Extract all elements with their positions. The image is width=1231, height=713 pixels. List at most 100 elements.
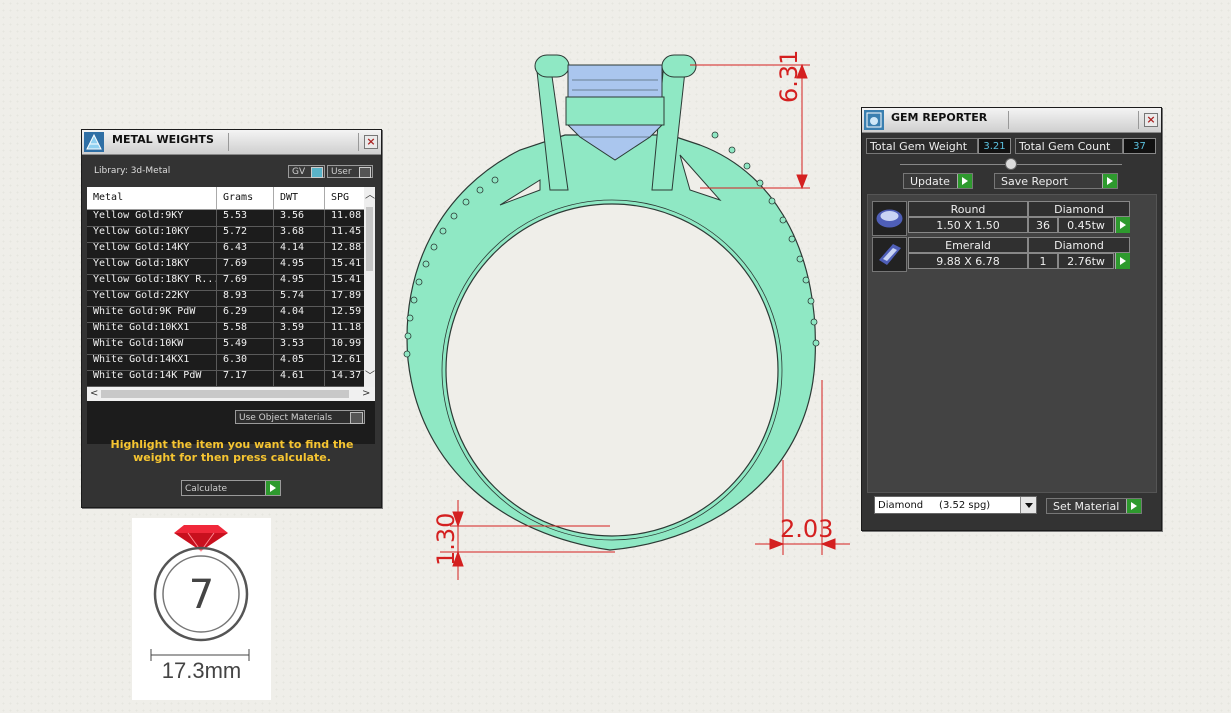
titlebar-divider <box>1138 111 1139 129</box>
dimension-label-shank-thickness: 1.30 <box>432 512 460 566</box>
column-header-dwt[interactable]: DWT <box>274 187 325 209</box>
grams-cell: 6.29 <box>217 306 274 322</box>
spg-cell: 15.41 <box>331 258 362 269</box>
close-icon[interactable]: × <box>1144 113 1158 127</box>
dwt-cell: 3.68 <box>274 226 325 242</box>
metal-table-header: Metal Grams DWT SPG <box>87 187 365 210</box>
material-select[interactable]: Diamond (3.52 spg) <box>874 496 1037 514</box>
column-header-spg[interactable]: SPG <box>325 187 365 209</box>
use-object-materials-toggle[interactable]: Use Object Materials <box>235 410 365 424</box>
table-row[interactable]: White Gold:9K PdW 6.29 4.04 12.59 <box>87 306 365 323</box>
spg-cell: 14.37 <box>331 370 362 381</box>
metal-name-cell: Yellow Gold:14KY <box>87 242 217 258</box>
table-row[interactable]: Yellow Gold:9KY 5.53 3.56 11.08 <box>87 210 365 227</box>
dwt-cell: 3.53 <box>274 338 325 354</box>
metal-name-cell: White Gold:10KW <box>87 338 217 354</box>
spg-cell: 12.59 <box>331 306 362 317</box>
gem-reporter-app-icon <box>864 110 884 130</box>
user-toggle[interactable]: User <box>327 165 373 178</box>
spg-cell: 12.88 <box>331 242 362 253</box>
spg-cell: 10.99 <box>331 338 362 349</box>
ring-technical-drawing <box>403 54 850 580</box>
total-gem-weight-label: Total Gem Weight <box>866 138 978 154</box>
calculate-button[interactable]: Calculate <box>181 480 281 496</box>
grams-cell: 7.17 <box>217 370 274 386</box>
metal-name-cell: Yellow Gold:22KY <box>87 290 217 306</box>
column-header-grams[interactable]: Grams <box>217 187 274 209</box>
dwt-cell: 4.95 <box>274 274 325 290</box>
spg-cell: 12.61 <box>331 354 362 365</box>
gem-list: Round Diamond 1.50 X 1.50 36 0.45tw Emer… <box>867 194 1157 493</box>
round-gem-icon <box>872 201 907 236</box>
metal-name-cell: Yellow Gold:18KY <box>87 258 217 274</box>
table-row[interactable]: Yellow Gold:18KY 7.69 4.95 15.41 <box>87 258 365 275</box>
metal-weights-panel: METAL WEIGHTS × Library: 3d-Metal GV Use… <box>81 129 382 508</box>
metal-name-cell: White Gold:9K PdW <box>87 306 217 322</box>
toggle-off-icon <box>350 412 363 424</box>
metal-name-cell: White Gold:14K PdW <box>87 370 217 386</box>
dwt-cell: 4.05 <box>274 354 325 370</box>
chevron-down-icon <box>1020 497 1036 513</box>
metal-name-cell: Yellow Gold:18KY R... <box>87 274 217 290</box>
spg-cell: 11.18 <box>331 322 362 333</box>
collapse-icon[interactable] <box>1005 158 1017 170</box>
update-button[interactable]: Update <box>903 173 973 189</box>
table-row[interactable]: Yellow Gold:10KY 5.72 3.68 11.45 <box>87 226 365 243</box>
grams-cell: 8.93 <box>217 290 274 306</box>
play-arrow-icon <box>1115 253 1130 269</box>
gem-shape: Round <box>908 201 1028 217</box>
scrollbar-thumb[interactable] <box>101 390 349 398</box>
prong-tip <box>661 54 697 78</box>
table-row[interactable]: White Gold:14K PdW 7.17 4.61 14.37 <box>87 370 365 387</box>
save-report-button[interactable]: Save Report <box>994 173 1118 189</box>
total-gem-count-label: Total Gem Count <box>1015 138 1123 154</box>
scroll-down-icon[interactable]: ﹀ <box>365 372 375 382</box>
user-toggle-label: User <box>331 167 352 177</box>
scrollbar-thumb[interactable] <box>366 207 373 271</box>
metal-table[interactable]: Metal Grams DWT SPG Yellow Gold:9KY 5.53 3… <box>87 187 375 444</box>
metal-weights-titlebar[interactable]: METAL WEIGHTS × <box>82 130 381 155</box>
gem-reporter-title: GEM REPORTER <box>891 111 988 124</box>
horizontal-scrollbar[interactable]: < > <box>87 387 375 401</box>
grams-cell: 5.58 <box>217 322 274 338</box>
gem-size: 1.50 X 1.50 <box>908 217 1028 233</box>
titlebar-divider <box>228 133 229 151</box>
prong-tip <box>534 54 570 78</box>
grams-cell: 5.53 <box>217 210 274 226</box>
column-header-metal[interactable]: Metal <box>87 187 217 209</box>
save-report-label: Save Report <box>1001 175 1068 188</box>
set-material-button[interactable]: Set Material <box>1046 498 1142 514</box>
titlebar-divider <box>358 133 359 151</box>
gem-select-button[interactable] <box>1114 253 1130 269</box>
table-row[interactable]: Yellow Gold:14KY 6.43 4.14 12.88 <box>87 242 365 259</box>
total-gem-weight-value: 3.21 <box>978 138 1011 154</box>
scroll-up-icon[interactable]: ︿ <box>365 191 375 201</box>
gem-weight: 0.45tw <box>1058 217 1114 233</box>
total-gem-count-value: 37 <box>1123 138 1156 154</box>
dimension-label-shank-width: 2.03 <box>780 515 834 543</box>
metal-name-cell: White Gold:14KX1 <box>87 354 217 370</box>
gem-select-button[interactable] <box>1114 217 1130 233</box>
dwt-cell: 5.74 <box>274 290 325 306</box>
scroll-right-icon[interactable]: > <box>362 389 370 399</box>
scroll-left-icon[interactable]: < <box>90 389 98 399</box>
library-label: Library: 3d-Metal <box>94 166 171 176</box>
table-row[interactable]: White Gold:10KW 5.49 3.53 10.99 <box>87 338 365 355</box>
gv-toggle-label: GV <box>292 167 306 177</box>
emerald-gem-icon <box>872 237 907 272</box>
spg-cell: 15.41 <box>331 274 362 285</box>
table-row[interactable]: Yellow Gold:22KY 8.93 5.74 17.89 <box>87 290 365 307</box>
close-icon[interactable]: × <box>364 135 378 149</box>
table-row[interactable]: Yellow Gold:18KY R... 7.69 4.95 15.41 <box>87 274 365 291</box>
table-row[interactable]: White Gold:14KX1 6.30 4.05 12.61 <box>87 354 365 371</box>
dwt-cell: 4.61 <box>274 370 325 386</box>
metal-name-cell: White Gold:10KX1 <box>87 322 217 338</box>
spg-cell: 11.45 <box>331 226 362 237</box>
table-row[interactable]: White Gold:10KX1 5.58 3.59 11.18 <box>87 322 365 339</box>
gem-reporter-titlebar[interactable]: GEM REPORTER × <box>862 108 1161 133</box>
grams-cell: 7.69 <box>217 274 274 290</box>
ring-size-diameter: 17.3mm <box>161 658 242 683</box>
metal-weights-app-icon <box>84 132 104 152</box>
gv-toggle[interactable]: GV <box>288 165 325 178</box>
vertical-scrollbar[interactable]: ︿ ﹀ <box>364 187 375 387</box>
